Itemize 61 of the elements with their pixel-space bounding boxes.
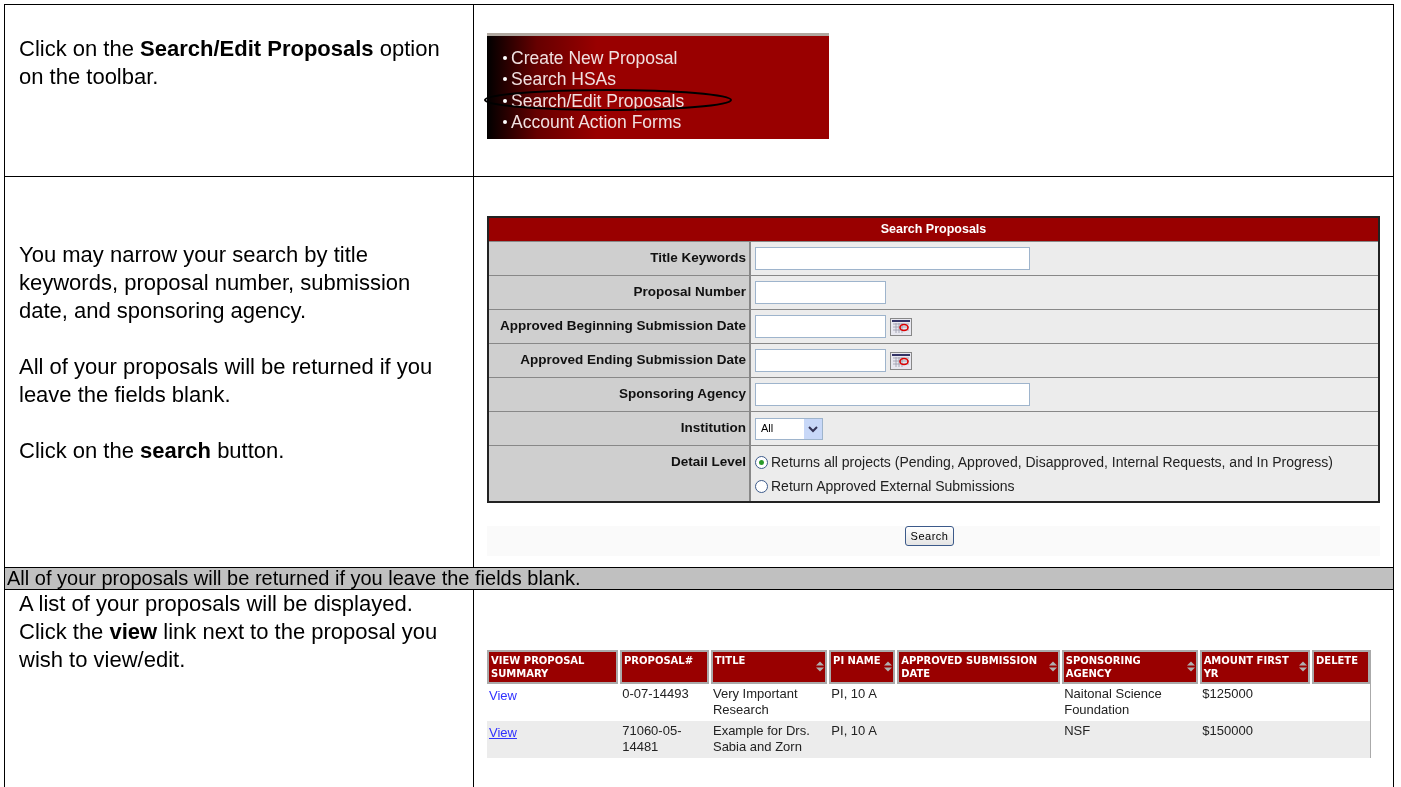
menu-item[interactable]: Search HSAs	[511, 69, 617, 90]
table-cell: 71060-05-14481	[622, 723, 682, 754]
table-cell: $125000	[1202, 686, 1253, 701]
table-cell: Very Important Research	[712, 686, 798, 717]
date-input-field[interactable]	[755, 349, 886, 372]
menu-item[interactable]: Account Action Forms	[511, 112, 682, 133]
table-cell: Naitonal Science Foundation	[1064, 686, 1162, 717]
column-header[interactable]: AMOUNT FIRST YR	[1199, 650, 1310, 684]
sort-icon[interactable]	[1048, 661, 1057, 672]
view-link[interactable]: View	[489, 725, 517, 740]
sort-icon[interactable]	[1186, 661, 1195, 672]
radio-option-label: Return Approved External Submissions	[771, 477, 1015, 496]
bullet-icon	[503, 120, 507, 125]
column-header[interactable]: PROPOSAL#	[620, 650, 709, 684]
field-label: Title Keywords	[650, 250, 746, 265]
instruction-text: You may narrow your search by title keywords, proposal number, submission date, and sponsoring agency.	[19, 241, 412, 325]
institution-dropdown[interactable]: All	[755, 417, 823, 440]
note-band: All of your proposals will be returned if you leave the fields blank.	[5, 568, 1394, 590]
table-cell: PI, 10 A	[831, 686, 877, 701]
sort-icon[interactable]	[1299, 661, 1307, 672]
calendar-icon[interactable]	[890, 351, 912, 370]
field-label: Sponsoring Agency	[619, 386, 746, 401]
text-input-field[interactable]	[755, 247, 1030, 270]
bullet-icon	[503, 77, 507, 82]
radio-button[interactable]	[755, 456, 768, 469]
bullet-icon	[503, 98, 507, 103]
table-cell: Example for Drs. Sabia and Zorn	[712, 723, 810, 754]
column-header[interactable]: SPONSORING AGENCY	[1061, 650, 1198, 684]
table-cell: 0-07-14493	[622, 686, 689, 701]
bullet-icon	[503, 55, 507, 60]
field-label: Approved Beginning Submission Date	[499, 318, 746, 333]
instruction-text: Click on the Search/Edit Proposals option on the toolbar.	[19, 35, 441, 91]
menu-item[interactable]: Create New Proposal	[511, 47, 678, 68]
instruction-text: Click on the search button.	[19, 437, 286, 465]
text-input-field[interactable]	[755, 281, 886, 304]
radio-option-label: Returns all projects (Pending, Approved, Disapproved, Internal Requests, and In Progress)	[771, 453, 1333, 472]
form-title: Search Proposals	[489, 218, 1378, 242]
field-label: Proposal Number	[633, 284, 746, 299]
view-link[interactable]: View	[489, 688, 517, 703]
chevron-down-icon	[808, 424, 818, 433]
column-header[interactable]: VIEW PROPOSAL SUMMARY	[487, 650, 619, 684]
search-button[interactable]: Search	[904, 526, 955, 546]
field-label: Approved Ending Submission Date	[520, 352, 746, 367]
radio-button[interactable]	[755, 480, 768, 493]
table-cell: NSF	[1064, 723, 1091, 738]
column-header[interactable]: PI NAME	[829, 650, 896, 684]
table-cell: $150000	[1202, 723, 1253, 738]
field-label: Detail Level	[670, 454, 746, 469]
field-label: Institution	[680, 420, 746, 435]
instruction-text: All of your proposals will be returned if you leave the fields blank.	[19, 353, 434, 409]
column-header[interactable]: APPROVED SUBMISSION DATE	[897, 650, 1060, 684]
instruction-text: A list of your proposals will be displayed. Click the view link next to the proposal you wish to view/edit.	[19, 590, 439, 674]
column-header[interactable]: DELETE	[1312, 650, 1370, 684]
sort-icon[interactable]	[884, 661, 893, 672]
menu-item[interactable]: Search/Edit Proposals	[511, 90, 685, 111]
table-cell: PI, 10 A	[831, 723, 877, 738]
calendar-icon[interactable]	[890, 317, 912, 336]
text-input-field[interactable]	[755, 383, 1030, 406]
date-input-field[interactable]	[755, 315, 886, 338]
sort-icon[interactable]	[816, 661, 825, 672]
column-header[interactable]: TITLE	[710, 650, 828, 684]
